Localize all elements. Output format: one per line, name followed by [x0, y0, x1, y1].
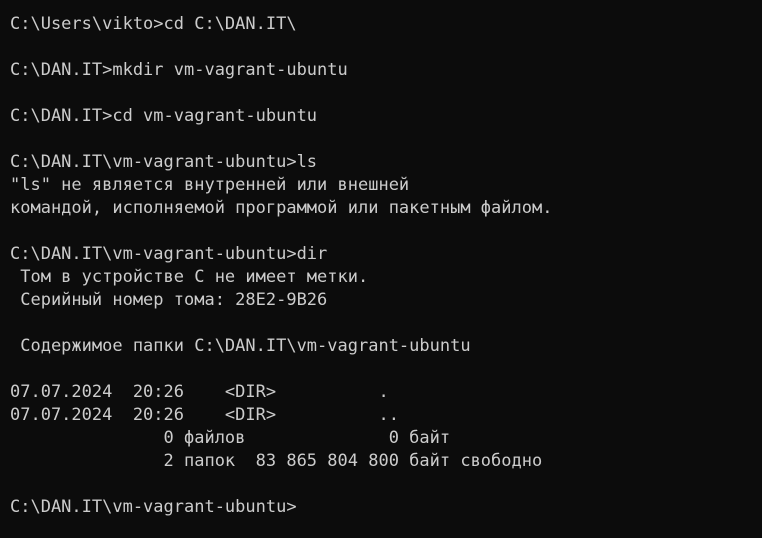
terminal-line: командой, исполняемой программой или пак…: [10, 198, 553, 218]
terminal-line: C:\DAN.IT\vm-vagrant-ubuntu>dir: [10, 244, 328, 264]
prompt-text: C:\DAN.IT\vm-vagrant-ubuntu>: [10, 497, 297, 517]
terminal-line: Серийный номер тома: 28E2-9B26: [10, 290, 328, 310]
terminal-line: 07.07.2024 20:26 <DIR> .: [10, 382, 389, 402]
terminal-line: C:\DAN.IT>mkdir vm-vagrant-ubuntu: [10, 60, 348, 80]
terminal-line: 2 папок 83 865 804 800 байт свободно: [10, 451, 543, 471]
terminal-line: Том в устройстве C не имеет метки.: [10, 267, 369, 287]
terminal-line: 07.07.2024 20:26 <DIR> ..: [10, 405, 399, 425]
terminal-line: C:\DAN.IT\vm-vagrant-ubuntu>ls: [10, 152, 318, 172]
prompt-line[interactable]: C:\DAN.IT\vm-vagrant-ubuntu>: [10, 496, 752, 519]
terminal-line: "ls" не является внутренней или внешней: [10, 175, 410, 195]
terminal-line: Содержимое папки C:\DAN.IT\vm-vagrant-ub…: [10, 336, 471, 356]
terminal-line: C:\DAN.IT>cd vm-vagrant-ubuntu: [10, 106, 318, 126]
terminal-line: 0 файлов 0 байт: [10, 428, 451, 448]
terminal-line: C:\Users\vikto>cd C:\DAN.IT\: [10, 14, 297, 34]
terminal-window[interactable]: C:\Users\vikto>cd C:\DAN.IT\ C:\DAN.IT>m…: [0, 0, 762, 538]
